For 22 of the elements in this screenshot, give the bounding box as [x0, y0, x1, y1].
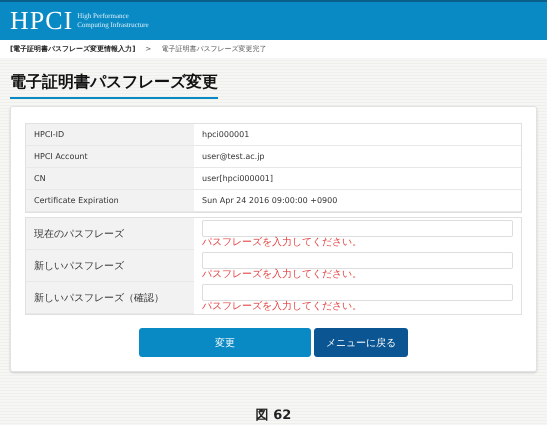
field-label: 新しいパスフレーズ: [26, 250, 194, 282]
change-button[interactable]: 変更: [139, 328, 311, 357]
field-label: 新しいパスフレーズ（確認）: [26, 282, 194, 314]
table-label: HPCI-ID: [26, 124, 194, 146]
table-label: Certificate Expiration: [26, 190, 194, 212]
table-cell: hpci000001: [194, 124, 521, 146]
field-label: 現在のパスフレーズ: [26, 218, 194, 250]
passphrase-field[interactable]: [202, 252, 513, 269]
error-message: パスフレーズを入力してください。: [202, 237, 363, 249]
error-message: パスフレーズを入力してください。: [202, 269, 363, 281]
logo: HPCI: [10, 6, 74, 36]
passphrase-field[interactable]: [202, 284, 513, 301]
table-cell: user@test.ac.jp: [194, 146, 521, 168]
figure-caption: 図 62: [254, 407, 292, 424]
error-message: パスフレーズを入力してください。: [202, 301, 363, 313]
page-title: 電子証明書パスフレーズ変更: [10, 72, 218, 99]
table-label: HPCI Account: [26, 146, 194, 168]
back-button[interactable]: メニューに戻る: [314, 328, 408, 357]
table-label: CN: [26, 168, 194, 190]
passphrase-field[interactable]: [202, 220, 513, 237]
table-cell: Sun Apr 24 2016 09:00:00 +0900: [194, 190, 521, 212]
table-cell: user[hpci000001]: [194, 168, 521, 190]
